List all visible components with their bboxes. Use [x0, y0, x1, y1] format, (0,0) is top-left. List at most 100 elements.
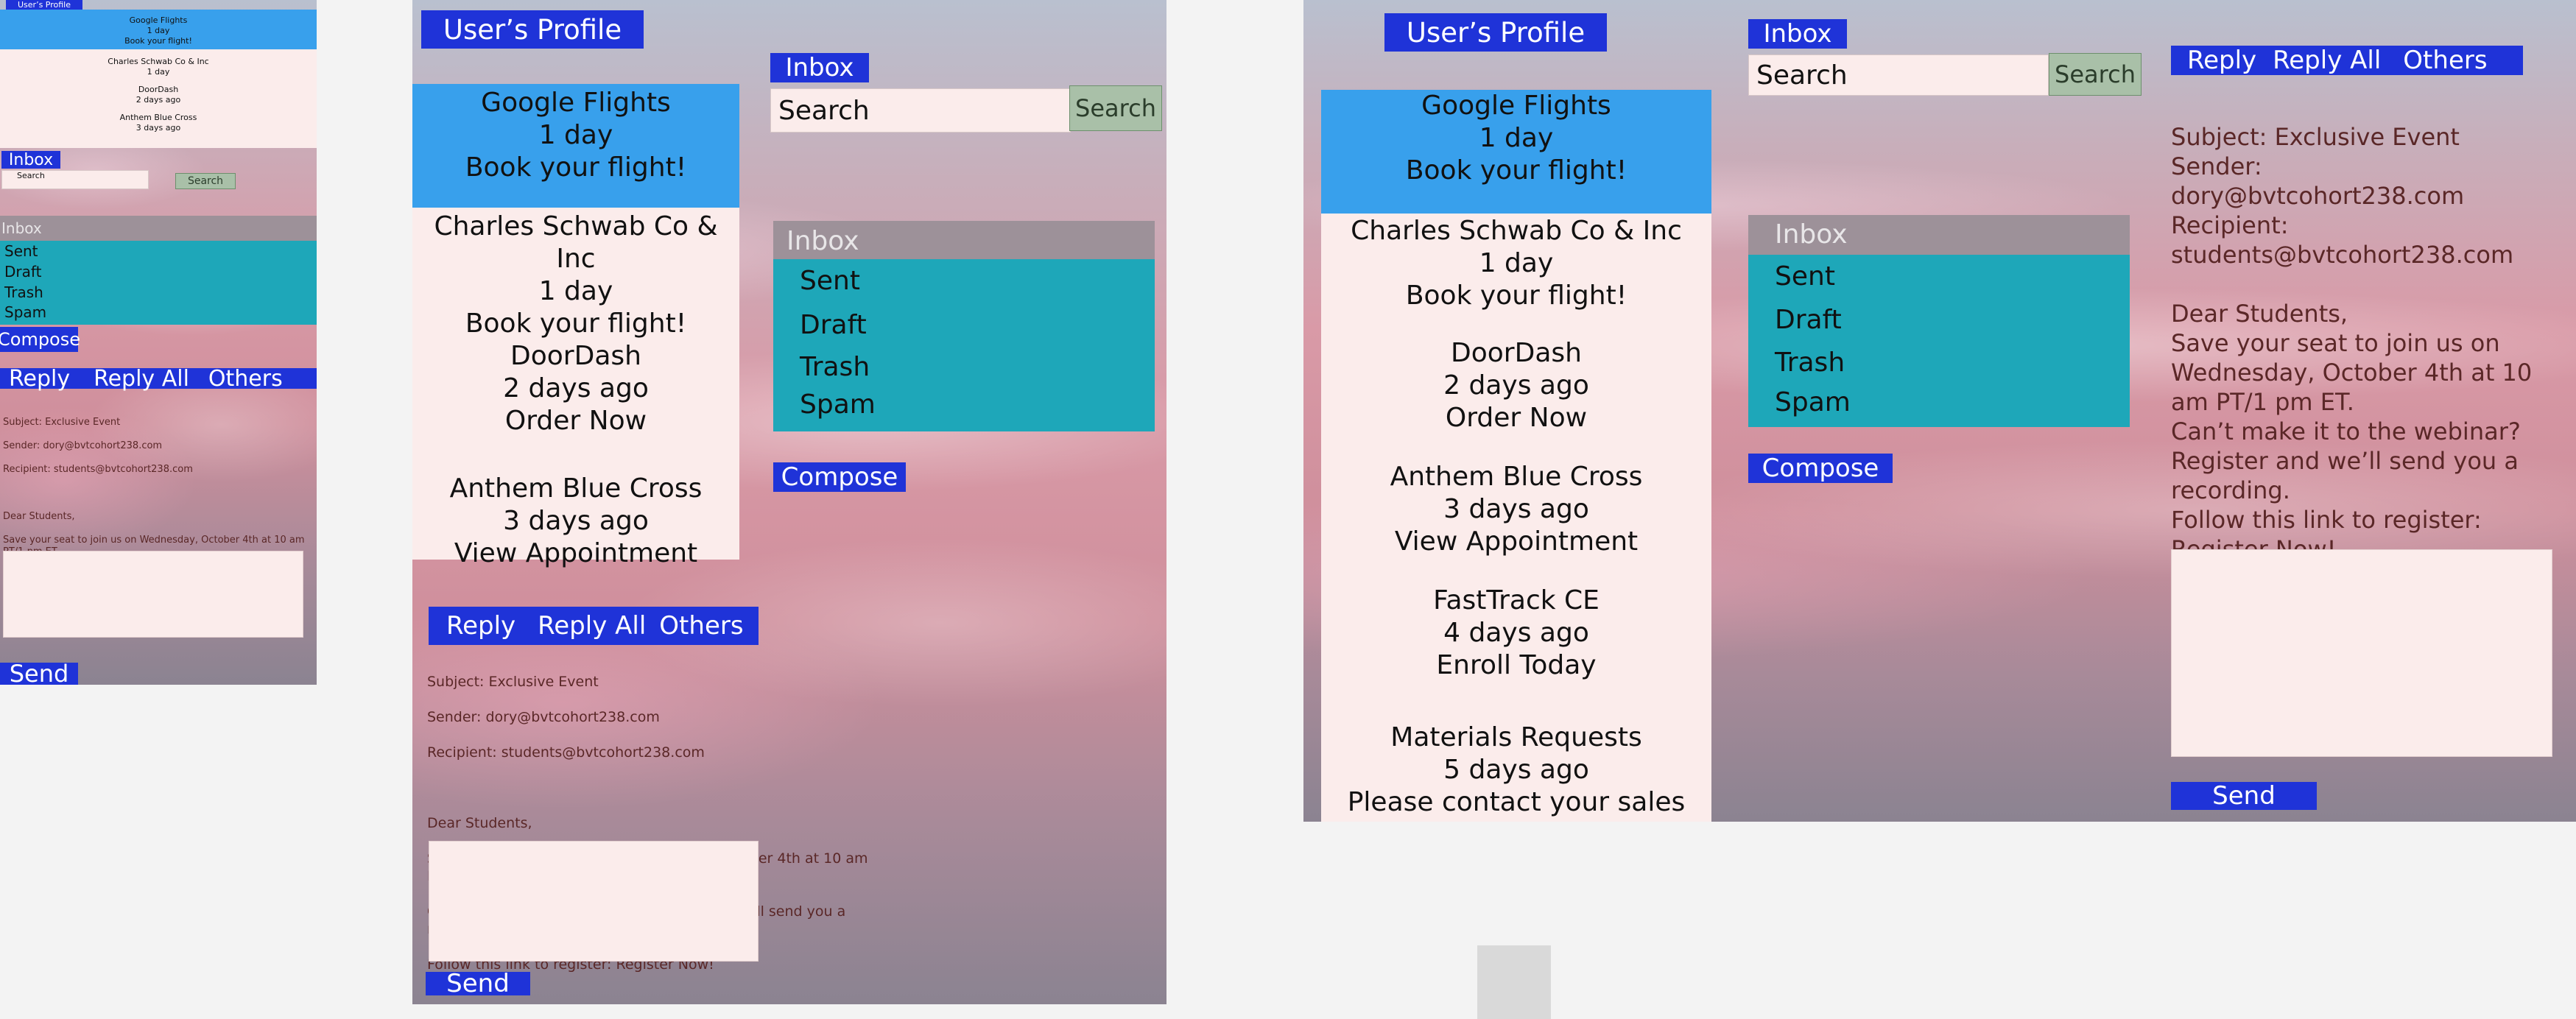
others-button[interactable]: Others — [2403, 46, 2487, 75]
email-item[interactable]: DoorDash 2 days ago Order Now — [1321, 312, 1711, 434]
reply-button[interactable]: Reply — [9, 366, 70, 392]
email-item[interactable]: Google Flights 1 day Book your flight! — [0, 10, 317, 49]
folder-item-sent[interactable]: Sent — [0, 241, 317, 261]
email-item[interactable]: FastTrack CE 4 days ago Enroll Today — [1321, 558, 1711, 682]
inbox-button[interactable]: Inbox — [770, 53, 869, 82]
desktop-view: User’s Profile Google Flights 1 day Book… — [1303, 0, 2576, 822]
folder-item-sent[interactable]: Sent — [1748, 255, 2130, 299]
folder-item-spam[interactable]: Spam — [0, 303, 317, 322]
email-item[interactable]: Charles Schwab Co & Inc 1 day Book your … — [1321, 214, 1711, 312]
folder-item-trash[interactable]: Trash — [1748, 342, 2130, 384]
search-button[interactable]: Search — [1069, 85, 1162, 131]
message-recipient: Recipient: students@bvtcohort238.com — [427, 744, 705, 761]
message-paragraph: Follow this link to register: — [2171, 506, 2482, 534]
folder-item-draft[interactable]: Draft — [773, 303, 1155, 348]
email-list: Google Flights 1 day Book your flight! C… — [0, 10, 317, 148]
folder-item-draft[interactable]: Draft — [0, 261, 317, 282]
email-sender: DoorDash — [510, 341, 641, 371]
profile-button[interactable]: User’s Profile — [1384, 13, 1607, 52]
message-paragraph: Can’t make it to the webinar? Register a… — [2171, 417, 2521, 504]
search-button[interactable]: Search — [2049, 53, 2142, 96]
email-item[interactable]: Charles Schwab Co & Inc 1 day Book your … — [412, 208, 739, 340]
folder-item-spam[interactable]: Spam — [1748, 384, 2130, 427]
others-button[interactable]: Others — [208, 366, 283, 392]
profile-button[interactable]: User’s Profile — [421, 10, 644, 49]
profile-button[interactable]: User’s Profile — [6, 0, 82, 10]
message-body: Subject: Exclusive Event Sender: dory@bv… — [2171, 122, 2561, 564]
placeholder-box — [1477, 945, 1551, 1019]
message-subject: Subject: Exclusive Event — [427, 674, 599, 690]
reply-toolbar: Reply Reply All Others — [429, 607, 759, 645]
email-sender: DoorDash — [138, 85, 179, 94]
email-time: 3 days ago — [136, 123, 181, 133]
email-sender: Google Flights — [129, 15, 188, 25]
folder-list: Inbox Sent Draft Trash Spam — [1748, 215, 2130, 427]
email-action: Book your flight! — [465, 152, 687, 183]
email-sender: DoorDash — [1451, 338, 1582, 368]
reply-all-button[interactable]: Reply All — [94, 366, 189, 392]
email-time: 2 days ago — [136, 95, 181, 105]
reply-all-button[interactable]: Reply All — [538, 611, 646, 641]
reply-all-button[interactable]: Reply All — [2273, 46, 2381, 75]
email-list: Google Flights 1 day Book your flight! C… — [1321, 90, 1711, 822]
search-input[interactable]: Search — [1748, 54, 2049, 96]
folder-list: Inbox Sent Draft Trash Spam — [0, 216, 317, 325]
email-sender: Materials Requests — [1390, 722, 1642, 752]
compose-button[interactable]: Compose — [1748, 454, 1893, 483]
folder-item-sent[interactable]: Sent — [773, 259, 1155, 303]
reply-textarea[interactable] — [429, 841, 759, 962]
folder-item-inbox[interactable]: Inbox — [0, 216, 317, 241]
reply-textarea[interactable] — [3, 551, 303, 638]
email-item[interactable]: DoorDash 2 days ago — [0, 77, 317, 105]
email-sender: Google Flights — [1421, 91, 1611, 121]
email-item[interactable]: Charles Schwab Co & Inc 1 day — [0, 49, 317, 77]
folder-item-inbox[interactable]: Inbox — [773, 221, 1155, 259]
email-sender: Anthem Blue Cross — [1390, 462, 1643, 492]
folder-item-trash[interactable]: Trash — [0, 282, 317, 303]
email-item[interactable]: Anthem Blue Cross 3 days ago — [0, 105, 317, 133]
reply-button[interactable]: Reply — [446, 611, 515, 641]
reply-button[interactable]: Reply — [2187, 46, 2256, 75]
others-button[interactable]: Others — [659, 611, 743, 641]
inbox-button[interactable]: Inbox — [1748, 19, 1847, 49]
message-sender: Sender: dory@bvtcohort238.com — [3, 440, 163, 451]
message-greeting: Dear Students, — [2171, 300, 2348, 328]
folder-item-draft[interactable]: Draft — [1748, 299, 2130, 342]
tablet-view: User’s Profile Google Flights 1 day Book… — [412, 0, 1166, 1004]
message-greeting: Dear Students, — [427, 815, 532, 831]
search-input[interactable]: Search — [1, 170, 149, 189]
email-item[interactable]: Google Flights 1 day Book your flight! — [412, 84, 739, 208]
email-action: Order Now — [1445, 403, 1588, 433]
folder-item-inbox[interactable]: Inbox — [1748, 215, 2130, 255]
email-sender: Charles Schwab Co & Inc — [1351, 216, 1682, 246]
send-button[interactable]: Send — [2171, 781, 2317, 811]
email-sender: Google Flights — [481, 88, 671, 118]
compose-button[interactable]: Compose — [0, 327, 80, 352]
email-item[interactable]: DoorDash 2 days ago Order Now — [412, 340, 739, 437]
email-time: 1 day — [147, 26, 170, 35]
send-button[interactable]: Send — [0, 660, 78, 688]
email-time: 1 day — [538, 276, 613, 306]
email-time: 1 day — [1479, 248, 1554, 278]
inbox-button[interactable]: Inbox — [1, 151, 60, 169]
email-item[interactable]: Anthem Blue Cross 3 days ago View Appoin… — [1321, 434, 1711, 558]
search-input[interactable]: Search — [770, 88, 1071, 133]
send-button[interactable]: Send — [426, 969, 530, 998]
search-button[interactable]: Search — [175, 173, 236, 189]
email-item[interactable]: Materials Requests 5 days ago Please con… — [1321, 682, 1711, 819]
email-action: View Appointment — [454, 538, 698, 568]
compose-button[interactable]: Compose — [773, 462, 906, 492]
mobile-view: User’s Profile Google Flights 1 day Book… — [0, 0, 317, 688]
email-time: 4 days ago — [1443, 618, 1589, 648]
email-sender: Anthem Blue Cross — [449, 473, 703, 504]
reply-toolbar: Reply Reply All Others — [2171, 46, 2523, 75]
reply-textarea[interactable] — [2171, 549, 2552, 757]
message-recipient: Recipient: students@bvtcohort238.com — [3, 464, 193, 475]
email-item[interactable]: Google Flights 1 day Book your flight! — [1321, 90, 1711, 214]
folder-item-trash[interactable]: Trash — [773, 348, 1155, 387]
email-item[interactable]: Anthem Blue Cross 3 days ago View Appoin… — [412, 437, 739, 570]
email-action: Book your flight! — [1405, 281, 1627, 311]
email-time: 1 day — [1479, 123, 1554, 153]
folder-item-spam[interactable]: Spam — [773, 387, 1155, 427]
email-action: Book your flight! — [124, 36, 192, 46]
